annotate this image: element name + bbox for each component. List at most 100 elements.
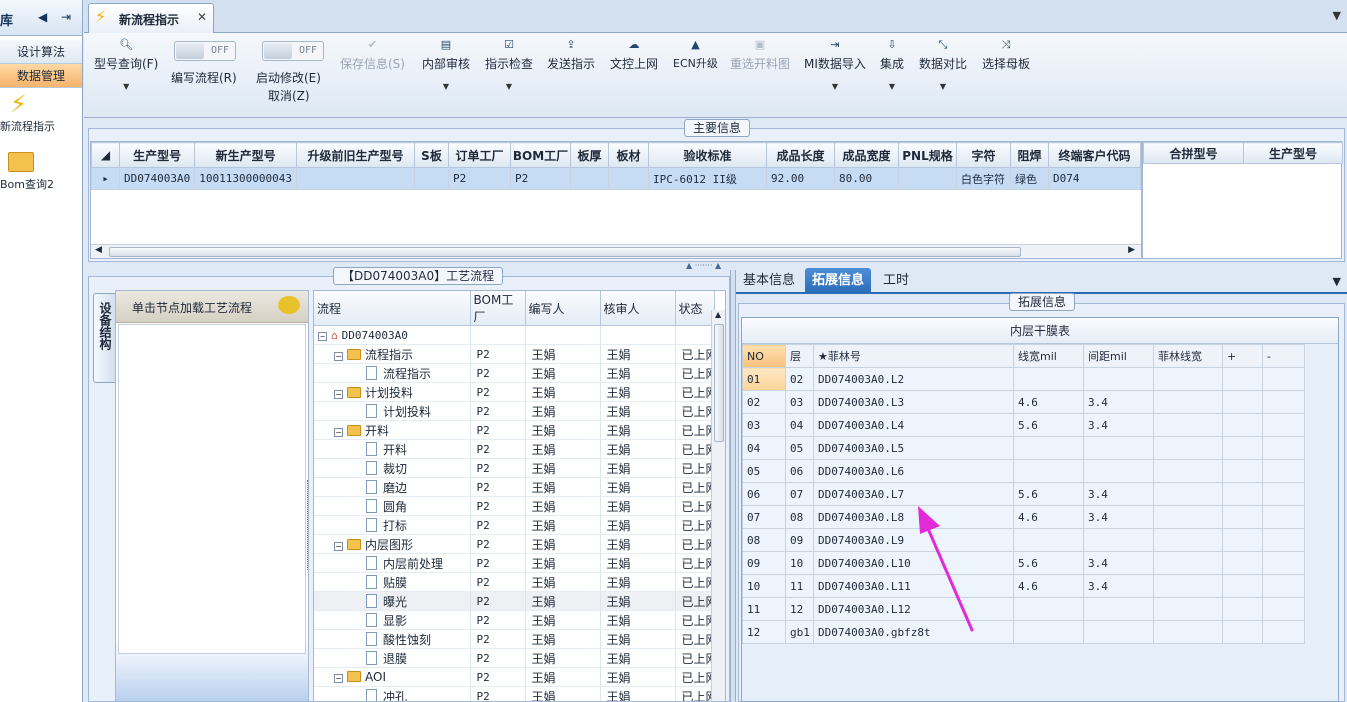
tree-row[interactable]: 显影 P2 王娟 王娟 已上网 — [314, 610, 715, 630]
film-cell[interactable]: 3.4 — [1083, 413, 1154, 437]
film-cell[interactable]: 08 — [785, 505, 814, 529]
film-cell[interactable]: 09 — [785, 528, 814, 552]
film-cell[interactable]: 09 — [742, 551, 786, 575]
film-cell[interactable] — [1153, 574, 1223, 598]
film-column-header[interactable]: 层 — [785, 344, 814, 368]
table-cell[interactable]: 10011300000043 — [194, 167, 297, 190]
film-cell[interactable] — [1222, 551, 1263, 575]
film-column-header[interactable]: 间距mil — [1083, 344, 1154, 368]
film-cell[interactable]: DD074003A0.L4 — [813, 413, 1014, 437]
film-cell[interactable] — [1153, 436, 1223, 460]
film-cell[interactable] — [1083, 528, 1154, 552]
film-cell[interactable]: DD074003A0.L5 — [813, 436, 1014, 460]
tree-row[interactable]: 打标 P2 王娟 王娟 已上网 — [314, 515, 715, 535]
film-row[interactable]: 09 10 DD074003A0.L10 5.6 3.4 — [742, 551, 1305, 575]
film-row[interactable]: 02 03 DD074003A0.L3 4.6 3.4 — [742, 390, 1305, 414]
film-cell[interactable]: 10 — [785, 551, 814, 575]
film-cell[interactable] — [1013, 459, 1084, 483]
column-header[interactable]: 阻焊 — [1010, 142, 1049, 168]
table-cell[interactable] — [898, 167, 957, 190]
ecn-upgrade-button[interactable]: ▲ ECN升级 — [673, 37, 718, 71]
column-header[interactable]: 字符 — [956, 142, 1011, 168]
film-column-header[interactable]: NO — [742, 344, 786, 368]
film-row[interactable]: 06 07 DD074003A0.L7 5.6 3.4 — [742, 482, 1305, 506]
tree-row[interactable]: 内层前处理 P2 王娟 王娟 已上网 — [314, 553, 715, 573]
tab-device-structure[interactable]: 设备结构 — [93, 293, 115, 383]
column-header[interactable]: 新生产型号 — [194, 142, 297, 168]
table-cell[interactable]: 92.00 — [766, 167, 835, 190]
film-cell[interactable]: 5.6 — [1013, 551, 1084, 575]
film-cell[interactable] — [1153, 459, 1223, 483]
tree-row[interactable]: 贴膜 P2 王娟 王娟 已上网 — [314, 572, 715, 592]
tab-new-flow-instruction[interactable]: ⚡ 新流程指示 ✕ — [88, 3, 214, 33]
film-cell[interactable]: DD074003A0.L3 — [813, 390, 1014, 414]
column-header[interactable]: 订单工厂 — [448, 142, 511, 168]
film-cell[interactable] — [1153, 551, 1223, 575]
film-cell[interactable] — [1013, 528, 1084, 552]
film-row[interactable]: 01 02 DD074003A0.L2 — [742, 367, 1305, 391]
table-cell[interactable]: D074 — [1048, 167, 1141, 190]
table-cell[interactable]: 绿色 — [1010, 167, 1049, 190]
film-row[interactable]: 08 09 DD074003A0.L9 — [742, 528, 1305, 552]
film-cell[interactable] — [1083, 459, 1154, 483]
save-info-button[interactable]: ✔ 保存信息(S) — [340, 37, 405, 72]
film-cell[interactable] — [1222, 597, 1263, 621]
film-cell[interactable] — [1262, 413, 1305, 437]
film-cell[interactable]: 06 — [785, 459, 814, 483]
panel-splitter[interactable] — [730, 270, 736, 702]
film-cell[interactable] — [1222, 482, 1263, 506]
film-cell[interactable] — [1262, 367, 1305, 391]
table-cell[interactable]: IPC-6012 II级 — [648, 167, 767, 190]
collapse-icon[interactable]: − — [334, 389, 343, 399]
film-cell[interactable] — [1013, 597, 1084, 621]
column-header-writer[interactable]: 编写人 — [525, 291, 601, 326]
film-cell[interactable] — [1262, 390, 1305, 414]
film-cell[interactable] — [1262, 574, 1305, 598]
close-icon[interactable]: ✕ — [197, 10, 207, 24]
horizontal-scrollbar[interactable]: ◀ ▶ — [91, 244, 1141, 258]
nav-tile-bom-query[interactable]: Bom查询2 — [0, 148, 83, 192]
column-header[interactable]: 成品长度 — [766, 142, 835, 168]
scroll-right-icon[interactable]: ▶ — [1128, 245, 1135, 255]
tree-row[interactable]: 圆角 P2 王娟 王娟 已上网 — [314, 496, 715, 516]
film-cell[interactable] — [1083, 620, 1154, 644]
column-header[interactable]: 合拼型号 — [1143, 142, 1244, 164]
collapse-icon[interactable]: − — [334, 674, 343, 683]
column-header[interactable]: 验收标准 — [648, 142, 767, 168]
film-cell[interactable]: 3.4 — [1083, 505, 1154, 529]
column-header[interactable]: 升级前旧生产型号 — [296, 142, 415, 168]
tree-row[interactable]: − 流程指示 P2 王娟 王娟 已上网 — [314, 344, 715, 364]
film-cell[interactable]: 12 — [742, 620, 786, 644]
scroll-up-icon[interactable]: ▲ — [715, 310, 721, 319]
column-header[interactable]: S板 — [414, 142, 449, 168]
film-cell[interactable]: 11 — [742, 597, 786, 621]
tree-row[interactable]: 开料 P2 王娟 王娟 已上网 — [314, 439, 715, 459]
tree-row[interactable]: − 计划投料 P2 王娟 王娟 已上网 — [314, 382, 715, 402]
film-cell[interactable]: 10 — [742, 574, 786, 598]
film-cell[interactable]: 03 — [742, 413, 786, 437]
film-cell[interactable] — [1153, 482, 1223, 506]
film-cell[interactable]: 08 — [742, 528, 786, 552]
tree-root-row[interactable]: − ⌂ DD074003A0 — [314, 325, 715, 345]
film-cell[interactable]: 12 — [785, 597, 814, 621]
film-cell[interactable]: 4.6 — [1013, 574, 1084, 598]
film-cell[interactable] — [1262, 436, 1305, 460]
film-row[interactable]: 03 04 DD074003A0.L4 5.6 3.4 — [742, 413, 1305, 437]
splitter-collapse-icon[interactable]: ▲ ······· ▲ — [686, 261, 721, 270]
tree-row[interactable]: − AOI P2 王娟 王娟 已上网 — [314, 667, 715, 687]
film-cell[interactable]: 5.6 — [1013, 413, 1084, 437]
film-cell[interactable] — [1013, 367, 1084, 391]
film-cell[interactable] — [1153, 528, 1223, 552]
film-cell[interactable] — [1083, 597, 1154, 621]
film-cell[interactable] — [1222, 620, 1263, 644]
tab-work-hours[interactable]: 工时 — [876, 268, 916, 294]
film-cell[interactable] — [1222, 413, 1263, 437]
film-cell[interactable] — [1083, 436, 1154, 460]
tab-basic-info[interactable]: 基本信息 — [736, 268, 802, 294]
scrollbar-thumb[interactable] — [109, 247, 1021, 257]
integrate-button[interactable]: ⇩ 集成 ▼ — [880, 37, 904, 91]
column-header-status[interactable]: 状态 — [675, 291, 715, 326]
film-row[interactable]: 11 12 DD074003A0.L12 — [742, 597, 1305, 621]
tree-row[interactable]: 酸性蚀刻 P2 王娟 王娟 已上网 — [314, 629, 715, 649]
internal-review-button[interactable]: ▤ 内部审核 ▼ — [422, 37, 470, 91]
